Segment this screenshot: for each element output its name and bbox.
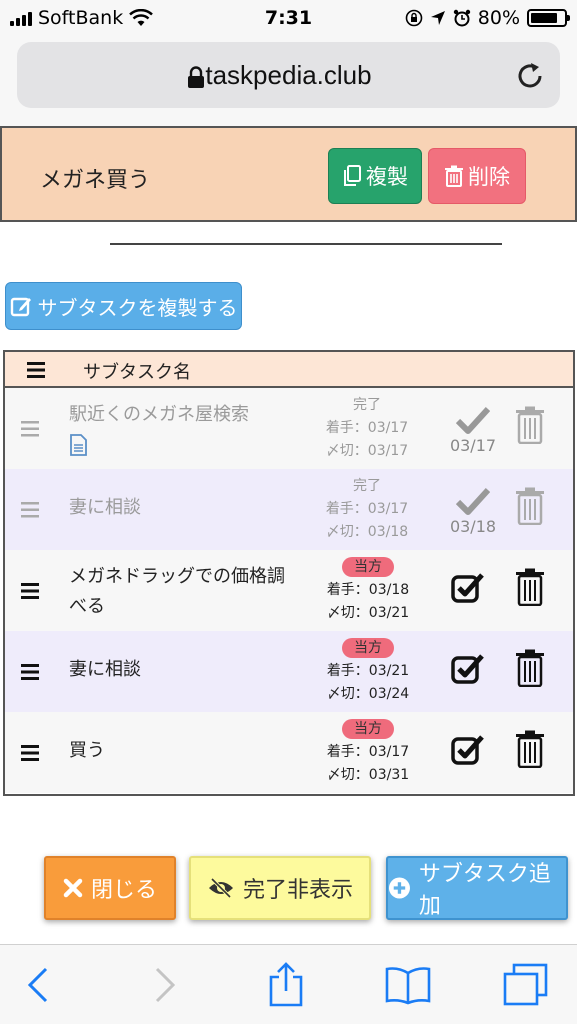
subtask-name[interactable]: 妻に相談 (69, 655, 299, 685)
eye-slash-icon (208, 877, 233, 899)
subtask-meta: 当方 着手：03/21 〆切：03/24 (313, 637, 423, 706)
duplicate-subtasks-label: サブタスクを複製する (37, 295, 238, 320)
subtask-name[interactable]: 買う (69, 736, 299, 766)
subtask-name[interactable]: 駅近くのメガネ屋検索 (69, 400, 299, 460)
battery-percent: 80% (477, 7, 520, 29)
drag-handle-icon[interactable] (19, 420, 41, 438)
column-header-name: サブタスク名 (83, 362, 191, 383)
table-row: 妻に相談 当方 着手：03/21 〆切：03/24 (5, 631, 573, 712)
start-date: 着手：03/17 (325, 501, 409, 517)
menu-icon (27, 362, 45, 378)
table-row: メガネドラッグでの価格調べる 当方 着手：03/18 〆切：03/21 (5, 550, 573, 631)
delete-button[interactable]: 削除 (428, 148, 526, 204)
deadline-date: 〆切：03/17 (325, 443, 409, 459)
task-title: メガネ買う (40, 168, 151, 193)
page-content: メガネ買う 複製 削除 サブタスクを複製する サブタスク名 駅近くのメガネ屋検索… (0, 126, 577, 944)
reload-icon[interactable] (514, 60, 546, 92)
edit-icon (10, 297, 31, 317)
subtask-name[interactable]: 妻に相談 (69, 493, 299, 523)
chevron-left-icon[interactable] (26, 965, 50, 1005)
table-row: 駅近くのメガネ屋検索 完了 着手：03/17 〆切：03/17 03/17 (5, 388, 573, 469)
deadline-date: 〆切：03/21 (326, 605, 410, 621)
deadline-date: 〆切：03/31 (326, 767, 410, 783)
close-icon (63, 878, 83, 898)
duplicate-subtasks-button[interactable]: サブタスクを複製する (5, 282, 242, 330)
deadline-date: 〆切：03/18 (325, 524, 409, 540)
divider (110, 243, 502, 245)
add-subtask-label: サブタスク追加 (418, 862, 551, 919)
completed-date: 03/18 (449, 517, 497, 536)
trash-icon[interactable] (515, 487, 545, 525)
copy-icon (344, 165, 361, 186)
note-icon[interactable] (69, 434, 87, 456)
status-text: 完了 (353, 478, 381, 494)
subtask-name-text: 駅近くのメガネ屋検索 (69, 404, 249, 425)
task-header: メガネ買う 複製 削除 (0, 126, 577, 222)
completed-indicator[interactable]: 03/18 (443, 487, 503, 536)
trash-icon[interactable] (515, 406, 545, 444)
drag-handle-icon[interactable] (19, 582, 41, 600)
duplicate-label: 複製 (366, 165, 408, 189)
start-date: 着手：03/18 (326, 582, 410, 598)
tabs-icon[interactable] (502, 963, 550, 1007)
trash-icon (445, 165, 463, 187)
subtask-name[interactable]: メガネドラッグでの価格調べる (69, 562, 297, 622)
subtask-meta: 完了 着手：03/17 〆切：03/18 (297, 475, 437, 544)
deadline-date: 〆切：03/24 (326, 686, 410, 702)
close-button[interactable]: 閉じる (44, 856, 176, 920)
completed-date: 03/17 (449, 436, 497, 455)
trash-icon[interactable] (515, 730, 545, 768)
status-text: 完了 (353, 397, 381, 413)
start-date: 着手：03/17 (326, 744, 410, 760)
subtask-table: サブタスク名 駅近くのメガネ屋検索 完了 着手：03/17 〆切：03/17 0… (3, 350, 575, 796)
status-badge: 当方 (342, 719, 394, 739)
share-icon[interactable] (268, 961, 304, 1007)
hide-completed-label: 完了非表示 (242, 878, 353, 903)
browser-chrome-top: taskpedia.club (0, 36, 577, 126)
drag-handle-icon[interactable] (19, 744, 41, 762)
table-header: サブタスク名 (5, 352, 573, 388)
table-row: 妻に相談 完了 着手：03/17 〆切：03/18 03/18 (5, 469, 573, 550)
location-arrow-icon (430, 11, 445, 25)
url-domain[interactable]: taskpedia.club (17, 60, 560, 91)
subtask-meta: 当方 着手：03/18 〆切：03/21 (313, 556, 423, 625)
close-label: 閉じる (90, 878, 157, 903)
complete-checkbox-icon[interactable] (451, 734, 485, 766)
delete-label: 削除 (468, 165, 510, 189)
start-date: 着手：03/17 (325, 420, 409, 436)
book-icon[interactable] (384, 965, 432, 1005)
address-bar[interactable]: taskpedia.club (17, 42, 560, 108)
chevron-right-icon[interactable] (153, 965, 177, 1005)
drag-handle-icon[interactable] (19, 663, 41, 681)
status-badge: 当方 (342, 557, 394, 577)
start-date: 着手：03/21 (326, 663, 410, 679)
hide-completed-button[interactable]: 完了非表示 (189, 856, 371, 920)
subtask-meta: 完了 着手：03/17 〆切：03/17 (297, 394, 437, 463)
trash-icon[interactable] (515, 568, 545, 606)
checkmark-icon (455, 406, 491, 434)
alarm-icon (453, 9, 470, 27)
orientation-lock-icon (405, 9, 423, 27)
drag-handle-icon[interactable] (19, 501, 41, 519)
plus-circle-icon (388, 877, 410, 899)
table-row: 買う 当方 着手：03/17 〆切：03/31 (5, 712, 573, 793)
add-subtask-button[interactable]: サブタスク追加 (386, 856, 568, 920)
status-bar: SoftBank 7:31 80% (0, 0, 577, 36)
checkmark-icon (455, 487, 491, 515)
completed-indicator[interactable]: 03/17 (443, 406, 503, 455)
status-right: 80% (405, 7, 570, 29)
complete-checkbox-icon[interactable] (451, 653, 485, 685)
browser-toolbar (0, 944, 577, 1024)
battery-icon (527, 9, 570, 27)
complete-checkbox-icon[interactable] (451, 572, 485, 604)
duplicate-button[interactable]: 複製 (328, 148, 422, 204)
subtask-meta: 当方 着手：03/17 〆切：03/31 (313, 718, 423, 787)
trash-icon[interactable] (515, 649, 545, 687)
status-badge: 当方 (342, 638, 394, 658)
